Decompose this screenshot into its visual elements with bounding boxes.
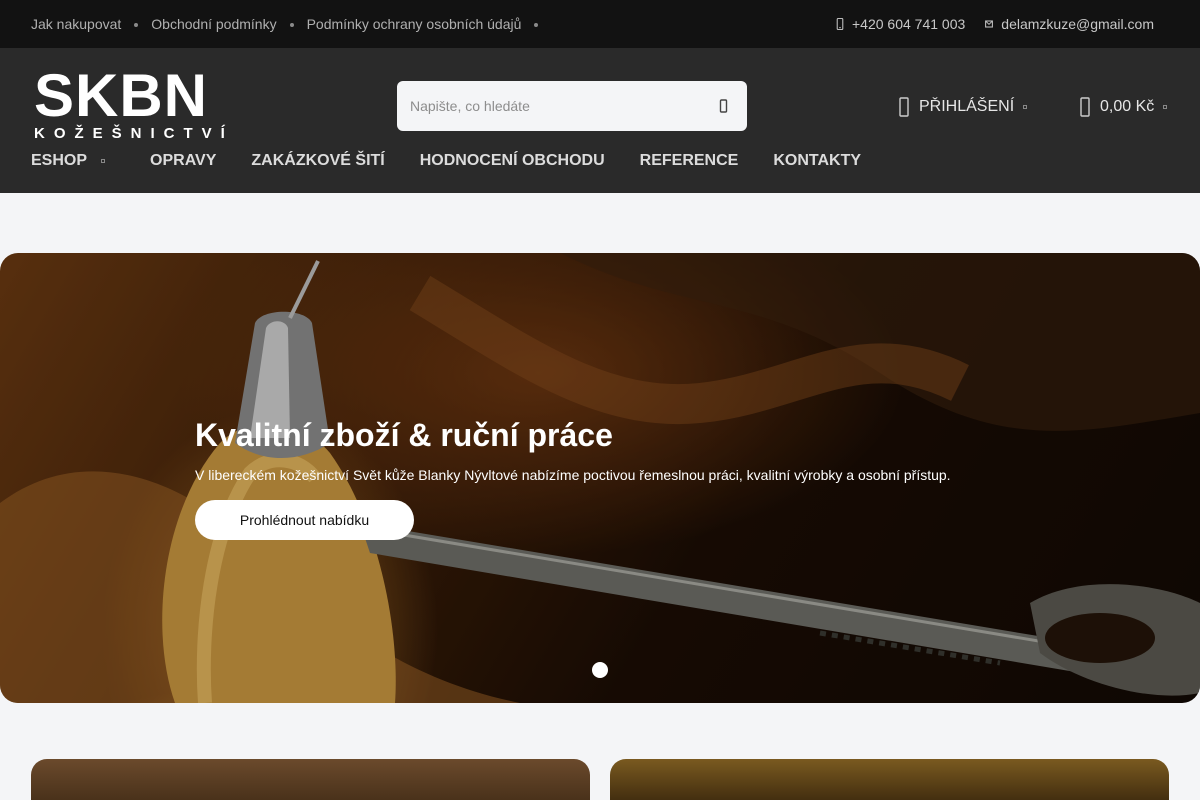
chevron-down-icon [101, 159, 106, 163]
cart-link[interactable]: 0,00 Kč [1080, 96, 1168, 118]
info-links: Jak nakupovat Obchodní podmínky Podmínky… [31, 16, 551, 32]
login-link[interactable]: PŘIHLÁŠENÍ [899, 96, 1028, 118]
login-label: PŘIHLÁŠENÍ [919, 98, 1015, 115]
search-icon[interactable] [715, 96, 733, 116]
nav-item-eshop[interactable]: ESHOP [31, 152, 115, 170]
mail-icon [985, 20, 994, 28]
chevron-down-icon [1023, 105, 1028, 109]
top-bar: Jak nakupovat Obchodní podmínky Podmínky… [0, 0, 1200, 48]
main-nav: ESHOP OPRAVY ZAKÁZKOVÉ ŠITÍ HODNOCENÍ OB… [31, 152, 896, 170]
cart-total: 0,00 Kč [1100, 98, 1155, 115]
view-offer-button[interactable]: Prohlédnout nabídku [195, 500, 414, 540]
nav-item-label: OPRAVY [150, 152, 217, 169]
contact-info: +420 604 741 003 delamzkuze@gmail.com [836, 16, 1154, 32]
link-privacy[interactable]: Podmínky ochrany osobních údajů [307, 16, 522, 32]
chevron-down-icon [1163, 105, 1168, 109]
logo-main-text: SKBN [34, 62, 209, 129]
user-icon [899, 97, 909, 117]
nav-item-shop-reviews[interactable]: HODNOCENÍ OBCHODU [420, 152, 605, 170]
link-terms[interactable]: Obchodní podmínky [151, 16, 276, 32]
email-address: delamzkuze@gmail.com [1001, 16, 1154, 32]
hero-description: V libereckém kožešnictví Svět kůže Blank… [195, 467, 951, 483]
category-card-right[interactable] [610, 759, 1169, 800]
phone-contact[interactable]: +420 604 741 003 [836, 16, 965, 32]
nav-item-label: HODNOCENÍ OBCHODU [419, 152, 605, 169]
logo-sub-text: KOŽEŠNICTVÍ [34, 125, 234, 142]
email-contact[interactable]: delamzkuze@gmail.com [985, 16, 1154, 32]
nav-item-references[interactable]: REFERENCE [640, 152, 739, 170]
nav-item-repairs[interactable]: OPRAVY [150, 152, 216, 170]
hero-title: Kvalitní zboží & ruční práce [195, 417, 613, 453]
separator-dot [134, 23, 139, 27]
site-header: SKBN KOŽEŠNICTVÍ PŘIHLÁŠENÍ 0,00 Kč ESHO… [0, 48, 1200, 193]
nav-item-contacts[interactable]: KONTAKTY [773, 152, 861, 170]
nav-item-custom-sewing[interactable]: ZAKÁZKOVÉ ŠITÍ [251, 152, 384, 170]
category-card-left[interactable] [31, 759, 590, 800]
slider-dot[interactable] [592, 662, 608, 678]
hero-banner: Kvalitní zboží & ruční práce V liberecké… [0, 253, 1200, 703]
search-box [397, 81, 747, 131]
separator-dot [289, 23, 294, 27]
nav-item-label: REFERENCE [639, 152, 739, 169]
phone-icon [836, 18, 844, 30]
search-input[interactable] [397, 81, 697, 131]
link-how-to-buy[interactable]: Jak nakupovat [31, 16, 121, 32]
nav-item-label: ZAKÁZKOVÉ ŠITÍ [251, 152, 385, 169]
nav-item-label: KONTAKTY [773, 152, 862, 169]
phone-number: +420 604 741 003 [852, 16, 966, 32]
cart-icon [1080, 97, 1090, 117]
site-logo[interactable]: SKBN KOŽEŠNICTVÍ [34, 62, 234, 144]
nav-item-label: ESHOP [31, 152, 88, 169]
separator-dot [534, 23, 539, 27]
